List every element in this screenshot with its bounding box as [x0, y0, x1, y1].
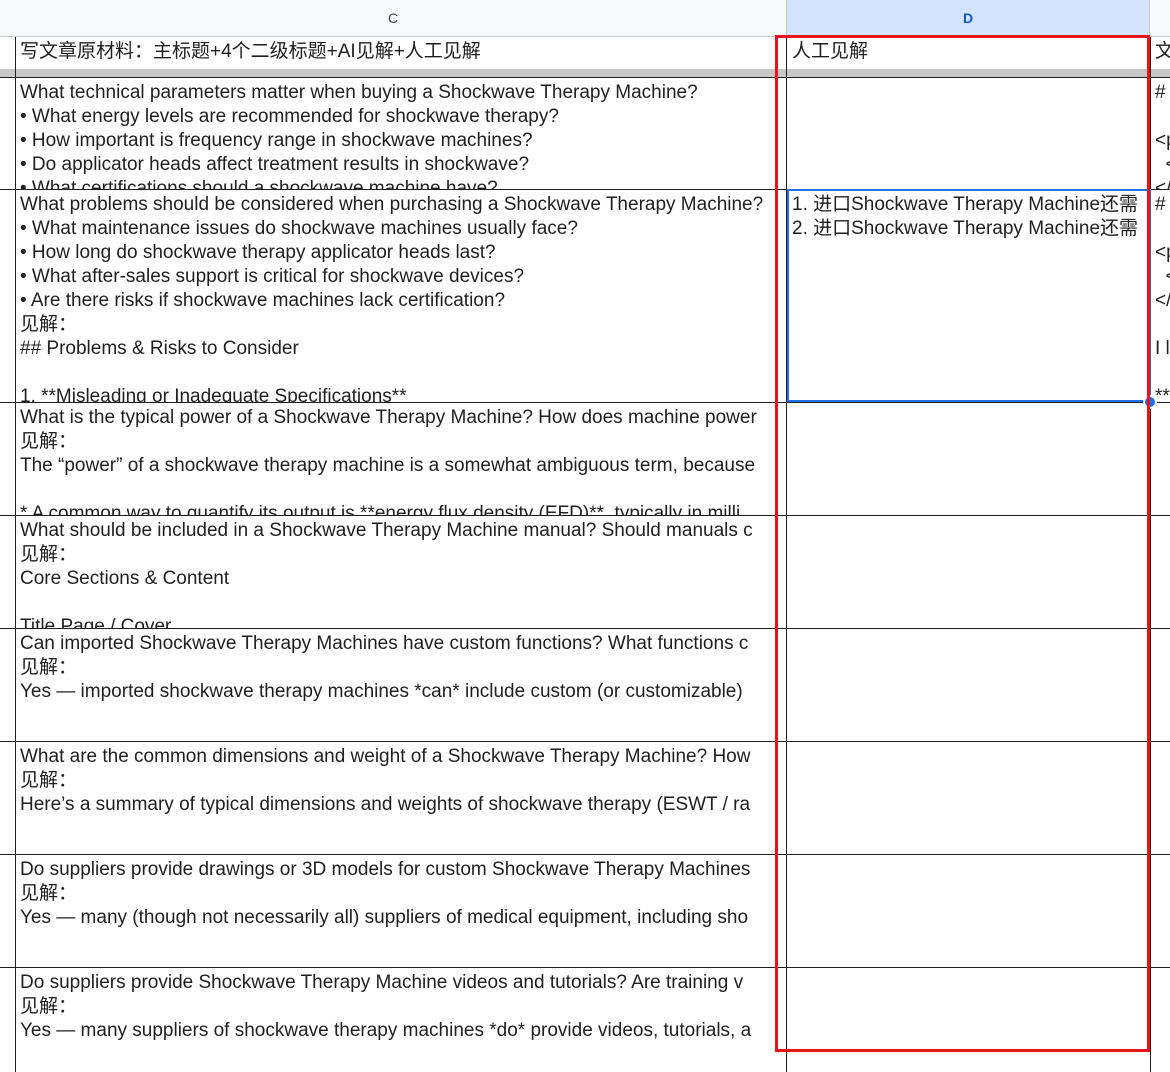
header-cell-c[interactable]: 写文章原材料：主标题+4个二级标题+AI见解+人工见解	[15, 37, 787, 69]
cell-c[interactable]: What are the common dimensions and weigh…	[15, 742, 787, 854]
cell-c[interactable]: What problems should be considered when …	[15, 190, 787, 402]
cell-c[interactable]: Do suppliers provide Shockwave Therapy M…	[15, 968, 787, 1072]
highlight-box	[775, 35, 1150, 1052]
cell-c[interactable]: Can imported Shockwave Therapy Machines …	[15, 629, 787, 741]
cell-e[interactable]: # <p < </	[1150, 78, 1170, 189]
cell-c[interactable]: What is the typical power of a Shockwave…	[15, 403, 787, 515]
cell-c[interactable]: Do suppliers provide drawings or 3D mode…	[15, 855, 787, 967]
spreadsheet-grid: C D 写文章原材料：主标题+4个二级标题+AI见解+人工见解 人工见解 文 W…	[0, 0, 1170, 1072]
column-header-c[interactable]: C	[0, 0, 787, 37]
header-cell-e[interactable]: 文	[1150, 37, 1170, 69]
column-header-e[interactable]	[1150, 0, 1170, 37]
cell-c[interactable]: What should be included in a Shockwave T…	[15, 516, 787, 628]
gridline	[15, 37, 16, 1072]
cell-c[interactable]: What technical parameters matter when bu…	[15, 78, 787, 189]
column-header-d[interactable]: D	[787, 0, 1150, 37]
cell-e[interactable]: # <p < </ I l **	[1150, 190, 1170, 402]
